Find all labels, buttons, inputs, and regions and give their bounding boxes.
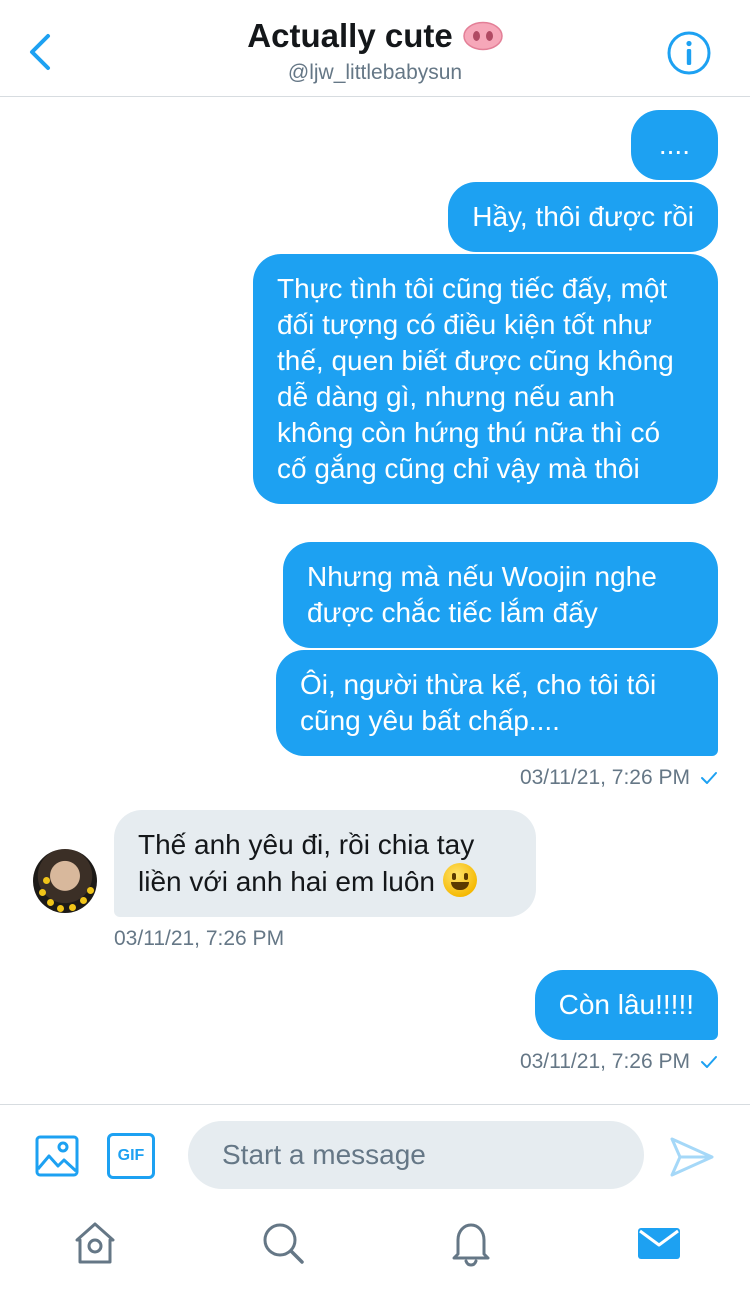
image-icon	[35, 1135, 79, 1177]
tab-messages[interactable]	[634, 1218, 684, 1268]
user-handle: @ljw_littlebabysun	[287, 61, 463, 84]
message-input[interactable]	[188, 1121, 644, 1189]
info-icon	[667, 31, 711, 75]
conversation-header: Actually cute @ljw_littlebabysun	[0, 0, 750, 97]
message-timestamp: 03/11/21, 7:26 PM	[520, 765, 718, 791]
send-button[interactable]	[668, 1133, 716, 1181]
gif-button[interactable]: GIF	[107, 1133, 155, 1179]
message-list[interactable]: .... Hầy, thôi được rồi Thực tình tôi cũ…	[0, 97, 750, 1103]
back-button[interactable]	[22, 30, 62, 74]
add-image-button[interactable]	[34, 1133, 80, 1179]
grinning-face-icon	[442, 863, 477, 897]
message-bubble-outgoing[interactable]: Hầy, thôi được rồi	[448, 182, 718, 252]
display-name: Actually cute	[247, 17, 453, 54]
message-bubble-outgoing[interactable]: Còn lâu!!!!!	[534, 970, 718, 1040]
message-bubble-outgoing[interactable]: Ôi, người thừa kế, cho tôi tôi cũng yêu …	[276, 650, 718, 756]
message-timestamp: 03/11/21, 7:26 PM	[520, 1049, 718, 1075]
bottom-tab-bar	[0, 1204, 750, 1302]
notifications-icon	[452, 1223, 490, 1267]
avatar[interactable]	[33, 849, 97, 913]
chevron-left-icon	[30, 34, 50, 70]
conversation-title-block[interactable]: Actually cute @ljw_littlebabysun	[120, 16, 630, 86]
message-composer: GIF	[0, 1104, 750, 1204]
message-text: Thế anh yêu đi, rồi chia tay liền với an…	[138, 829, 475, 897]
tab-home[interactable]	[70, 1218, 120, 1268]
home-icon	[75, 1222, 115, 1264]
tab-search[interactable]	[258, 1218, 308, 1268]
timestamp-text: 03/11/21, 7:26 PM	[519, 1050, 690, 1073]
search-icon	[263, 1223, 304, 1264]
message-bubble-outgoing[interactable]: ....	[630, 110, 718, 180]
dm-conversation-screen: Actually cute @ljw_littlebabysun .... Hầ…	[0, 0, 750, 1302]
message-bubble-incoming[interactable]: Thế anh yêu đi, rồi chia tay liền với an…	[114, 810, 536, 917]
timestamp-text: 03/11/21, 7:26 PM	[519, 766, 690, 789]
tab-notifications[interactable]	[446, 1218, 496, 1268]
message-bubble-outgoing[interactable]: Thực tình tôi cũng tiếc đấy, một đối tượ…	[253, 254, 718, 504]
pig-nose-icon	[462, 21, 503, 51]
checkmark-icon	[701, 1056, 717, 1068]
message-timestamp: 03/11/21, 7:26 PM	[114, 927, 285, 950]
messages-icon	[638, 1228, 680, 1259]
conversation-title: Actually cute	[247, 16, 503, 56]
message-bubble-outgoing[interactable]: Nhưng mà nếu Woojin nghe được chắc tiếc …	[283, 542, 718, 648]
checkmark-icon	[701, 772, 717, 784]
send-icon	[670, 1137, 714, 1177]
info-button[interactable]	[666, 30, 712, 76]
